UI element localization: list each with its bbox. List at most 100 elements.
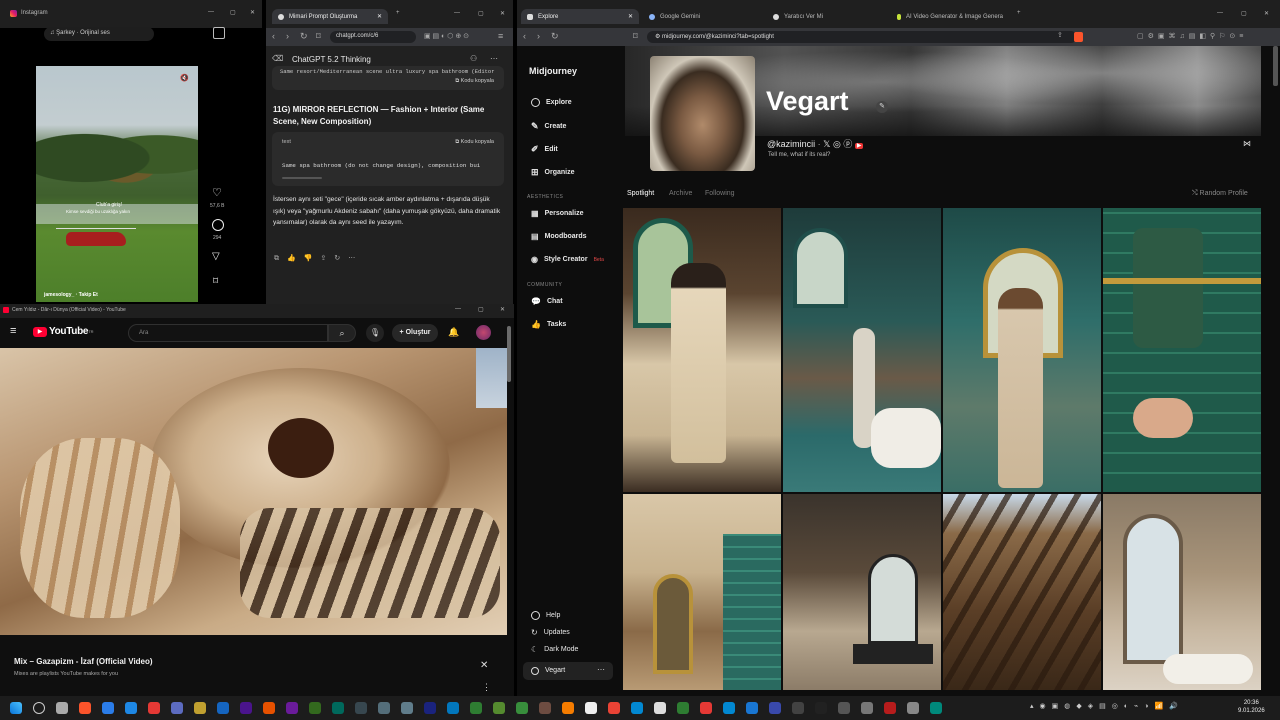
- search-input[interactable]: Ara: [128, 324, 328, 342]
- extensions-icon[interactable]: ▣ ▤ ◐ ⬡ ⊕ ⊙: [424, 32, 469, 40]
- code-scrollbar[interactable]: [282, 177, 322, 179]
- regenerate-icon[interactable]: ↻: [334, 255, 348, 262]
- gallery-image[interactable]: [943, 208, 1101, 492]
- avatar[interactable]: [476, 325, 491, 340]
- close-icon[interactable]: ✕: [500, 10, 505, 17]
- windows-start-icon[interactable]: [10, 702, 22, 714]
- maximize-icon[interactable]: ▢: [478, 306, 484, 313]
- edit-profile-icon[interactable]: ✎: [876, 101, 888, 113]
- search-button[interactable]: ⌕: [328, 324, 356, 342]
- more-vertical-icon[interactable]: ⋮: [482, 682, 491, 693]
- tab-yaratici[interactable]: Yaratıcı Ver Mi: [767, 9, 885, 24]
- sidebar-item-style-creator[interactable]: ◉ Style Creator Beta: [531, 255, 604, 264]
- chrome-icon[interactable]: [608, 702, 620, 714]
- brand-logo[interactable]: Midjourney: [529, 66, 577, 76]
- notifications-icon[interactable]: 🔔: [448, 327, 459, 338]
- pinterest-icon[interactable]: ⓟ: [843, 139, 852, 149]
- bookmark-icon[interactable]: ⌑: [316, 31, 321, 42]
- system-tray[interactable]: ▴◉▣◍◆◈▤◎◐⌁◑📶🔊: [1030, 702, 1184, 710]
- tab-chatgpt[interactable]: Mimari Prompt Oluşturma ✕: [272, 9, 388, 24]
- copy-icon[interactable]: ⧉: [274, 255, 287, 262]
- app-icon[interactable]: [861, 702, 873, 714]
- acrobat-icon[interactable]: [148, 702, 160, 714]
- new-tab-icon[interactable]: +: [396, 10, 400, 16]
- tab-spotlight[interactable]: Spotlight: [627, 190, 654, 197]
- copy-code-button[interactable]: ⧉ Kodu kopyala: [455, 78, 494, 85]
- site-info-icon[interactable]: ⚙: [655, 34, 662, 40]
- minimize-icon[interactable]: —: [454, 10, 460, 16]
- app-icon[interactable]: [700, 702, 712, 714]
- brave-shield-icon[interactable]: [1074, 32, 1083, 42]
- maximize-icon[interactable]: ▢: [230, 9, 236, 16]
- scrollbar-thumb[interactable]: [1273, 46, 1278, 86]
- app-icon[interactable]: [470, 702, 482, 714]
- app-icon[interactable]: [378, 702, 390, 714]
- app-icon[interactable]: [631, 702, 643, 714]
- reel-thumbnail-icon[interactable]: [213, 27, 225, 39]
- extensions-icon[interactable]: ▢⚙▣⌘♫▤◧⚲⚐⊙≡: [1137, 32, 1247, 40]
- app-icon[interactable]: [562, 702, 574, 714]
- tab-following[interactable]: Following: [705, 190, 735, 197]
- audio-label[interactable]: ♫ Şarkey · Orijinal ses: [44, 27, 154, 41]
- app-icon[interactable]: [424, 702, 436, 714]
- app-icon[interactable]: [332, 702, 344, 714]
- share-icon[interactable]: ⋈: [1243, 139, 1251, 148]
- reload-icon[interactable]: ↻: [551, 31, 559, 42]
- sidebar-toggle-icon[interactable]: ⌫: [272, 54, 283, 63]
- sidebar-item-chat[interactable]: 💬 Chat: [531, 297, 563, 306]
- app-icon[interactable]: [792, 702, 804, 714]
- app-icon[interactable]: [539, 702, 551, 714]
- gallery-image[interactable]: [623, 494, 781, 690]
- app-icon[interactable]: [171, 702, 183, 714]
- vscode-icon[interactable]: [746, 702, 758, 714]
- app-icon[interactable]: [401, 702, 413, 714]
- back-icon[interactable]: ‹: [523, 31, 526, 41]
- video-player[interactable]: [0, 348, 507, 635]
- close-icon[interactable]: ✕: [250, 9, 255, 16]
- close-icon[interactable]: ✕: [500, 306, 505, 313]
- heart-icon[interactable]: ♡: [212, 186, 222, 199]
- file-icon[interactable]: [654, 702, 666, 714]
- sidebar-item-tasks[interactable]: 👍 Tasks: [531, 320, 566, 329]
- random-profile-button[interactable]: ⤭ Random Profile: [1192, 190, 1248, 198]
- clock[interactable]: 20:36 9.01.2026: [1238, 699, 1265, 715]
- tab-archive[interactable]: Archive: [669, 190, 692, 197]
- app-icon[interactable]: [930, 702, 942, 714]
- app-icon[interactable]: [585, 702, 597, 714]
- sidebar-item-personalize[interactable]: ▦ Personalize: [531, 209, 583, 218]
- microphone-icon[interactable]: 🎙: [366, 324, 384, 342]
- bookmark-icon[interactable]: ⌑: [633, 31, 638, 42]
- youtube-logo[interactable]: ▶ YouTube TR: [33, 326, 94, 337]
- brave-icon[interactable]: [79, 702, 91, 714]
- share-icon[interactable]: ⇪: [320, 255, 334, 262]
- minimize-icon[interactable]: —: [208, 9, 214, 15]
- gallery-image[interactable]: [943, 494, 1101, 690]
- app-icon[interactable]: [194, 702, 206, 714]
- maximize-icon[interactable]: ▢: [1241, 10, 1247, 17]
- tab-explore[interactable]: Explore ✕: [521, 9, 639, 24]
- reload-icon[interactable]: ↻: [300, 31, 308, 42]
- x-icon[interactable]: 𝕏: [823, 139, 830, 149]
- app-icon[interactable]: [769, 702, 781, 714]
- gallery-image[interactable]: [1103, 208, 1261, 492]
- search-icon[interactable]: [33, 702, 45, 714]
- minimize-icon[interactable]: —: [455, 306, 461, 312]
- aftereffects-icon[interactable]: [286, 702, 298, 714]
- user-menu[interactable]: Vegart ⋯: [523, 662, 613, 680]
- copy-code-button[interactable]: ⧉ Kodu kopyala: [455, 139, 494, 146]
- create-button[interactable]: + Oluştur: [392, 324, 438, 342]
- model-selector[interactable]: ChatGPT 5.2 Thinking: [292, 55, 371, 64]
- url-field[interactable]: chatgpt.com/c/6: [330, 31, 416, 43]
- back-icon[interactable]: ‹: [272, 31, 275, 41]
- sidebar-item-moodboards[interactable]: ▤ Moodboards: [531, 232, 587, 241]
- app-icon[interactable]: [815, 702, 827, 714]
- gallery-image[interactable]: [1103, 494, 1261, 690]
- sidebar-item-explore[interactable]: Explore: [531, 98, 572, 107]
- menu-icon[interactable]: ≡: [498, 31, 503, 41]
- gallery-image[interactable]: [783, 208, 941, 492]
- scrollbar-thumb[interactable]: [507, 326, 511, 382]
- hamburger-icon[interactable]: ≡: [10, 325, 16, 337]
- sidebar-item-help[interactable]: Help: [531, 611, 560, 620]
- app-icon[interactable]: [309, 702, 321, 714]
- app-icon[interactable]: [677, 702, 689, 714]
